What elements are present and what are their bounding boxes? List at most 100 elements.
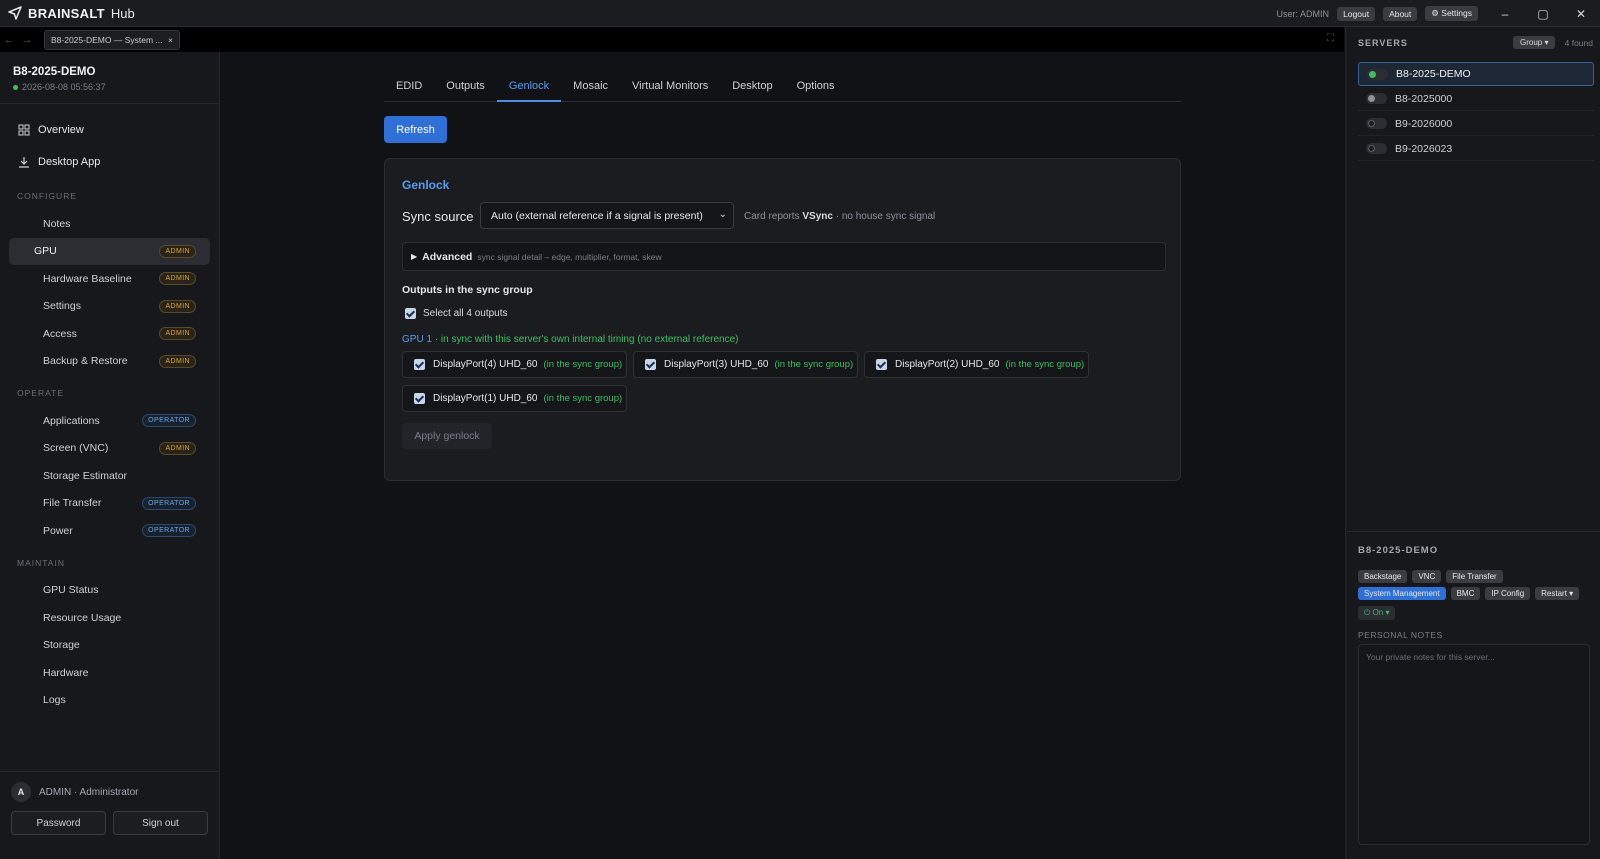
sidebar-item-gpu[interactable]: GPU ADMIN [9,237,210,265]
tab-outputs[interactable]: Outputs [434,70,497,102]
select-all-label: Select all 4 outputs [423,308,508,319]
sidebar-item-access[interactable]: Access ADMIN [9,320,210,348]
user-role-label: ADMIN · Administrator [39,786,139,798]
server-row-b8-2025000[interactable]: B8-2025000 [1358,87,1594,111]
server-row-b9-2026000[interactable]: B9-2026000 [1358,112,1594,136]
sidebar-item-resource-usage[interactable]: Resource Usage [9,604,210,632]
sidebar-item-screen-vnc[interactable]: Screen (VNC) ADMIN [9,435,210,463]
output-status: (in the sync group) [543,393,623,404]
apply-genlock-button[interactable]: Apply genlock [402,423,492,449]
server-status-toggle[interactable] [1366,93,1387,104]
sidebar-item-label: Resource Usage [43,611,122,624]
sidebar-item-label: Notes [43,217,71,230]
maximize-button[interactable]: ▢ [1524,7,1562,21]
server-row-name: B8-2025-DEMO [1396,68,1471,80]
title-bar: BRAINSALT Hub User: ADMIN Logout About ⚙… [0,0,1600,27]
sidebar-item-label: File Transfer [43,497,102,510]
server-status-toggle[interactable] [1366,143,1387,154]
tab-desktop[interactable]: Desktop [720,70,784,102]
tab-virtual-monitors[interactable]: Virtual Monitors [620,70,720,102]
output-displayport-4[interactable]: DisplayPort(4) UHD_60 (in the sync group… [402,351,627,378]
close-window-button[interactable]: ✕ [1562,7,1600,21]
sidebar-item-applications[interactable]: Applications OPERATOR [9,407,210,435]
advanced-disclosure[interactable]: ▶ Advanced sync signal detail – edge, mu… [402,242,1166,271]
tab-genlock[interactable]: Genlock [496,70,562,102]
sidebar-item-backup-restore[interactable]: Backup & Restore ADMIN [9,348,210,376]
personal-notes-textarea[interactable]: Your private notes for this server... [1358,644,1590,845]
back-arrow-icon[interactable]: ← [0,34,18,46]
sidebar-item-label: Storage Estimator [43,469,128,482]
document-tab-label: B8-2025-DEMO — System ... [51,34,163,45]
sidebar-item-label: Access [43,327,77,340]
ip-config-button[interactable]: IP Config [1485,587,1531,600]
sidebar-item-desktop-app[interactable]: Desktop App [0,146,219,178]
backstage-button[interactable]: Backstage [1358,570,1408,583]
sidebar-item-label: GPU Status [43,584,99,597]
server-date-text: 2026-08-08 05:56:37 [22,82,106,92]
gpu-name: GPU 1 [402,334,433,345]
tab-edid[interactable]: EDID [384,70,434,102]
personal-notes-label: PERSONAL NOTES [1358,630,1443,640]
system-management-button[interactable]: System Management [1358,587,1446,600]
advanced-hint: sync signal detail – edge, multiplier, f… [477,251,662,262]
sidebar-item-storage[interactable]: Storage [9,632,210,660]
logout-button[interactable]: Logout [1337,6,1376,21]
sidebar-item-label: Desktop App [38,156,101,168]
fullscreen-icon[interactable]: ⛶ [1327,33,1334,44]
card-title: Genlock [402,178,450,192]
vnc-button[interactable]: VNC [1412,570,1442,583]
minimize-button[interactable]: – [1486,7,1524,21]
power-button[interactable]: ⏻ On ▾ [1358,606,1396,620]
restart-button[interactable]: Restart ▾ [1535,587,1580,600]
settings-button[interactable]: ⚙ Settings [1425,6,1478,21]
brand-hub: Hub [110,5,135,21]
output-displayport-1[interactable]: DisplayPort(1) UHD_60 (in the sync group… [402,385,627,412]
sidebar: B8-2025-DEMO 2026-08-08 05:56:37 Overvie… [0,52,220,859]
sync-source-select[interactable]: Auto (external reference if a signal is … [480,202,734,229]
server-status-toggle[interactable] [1366,118,1387,129]
sidebar-item-power[interactable]: Power OPERATOR [9,517,210,545]
sidebar-item-settings[interactable]: Settings ADMIN [9,293,210,321]
sidebar-item-file-transfer[interactable]: File Transfer OPERATOR [9,490,210,518]
sidebar-item-hardware-baseline[interactable]: Hardware Baseline ADMIN [9,265,210,293]
sync-note-suffix: · no house sync signal [835,211,936,222]
password-button[interactable]: Password [11,811,106,835]
triangle-right-icon: ▶ [411,252,418,261]
genlock-card: Genlock Sync source Auto (external refer… [384,158,1181,481]
server-row-b9-2026023[interactable]: B9-2026023 [1358,137,1594,161]
advanced-label: Advanced [422,250,473,263]
server-status-toggle[interactable] [1367,68,1388,80]
sidebar-item-storage-estimator[interactable]: Storage Estimator [9,462,210,490]
gpu-tabs: EDID Outputs Genlock Mosaic Virtual Moni… [384,70,1181,102]
about-button[interactable]: About [1383,6,1418,21]
sidebar-item-notes[interactable]: Notes [9,210,210,238]
output-displayport-2[interactable]: DisplayPort(2) UHD_60 (in the sync group… [864,351,1089,378]
server-timestamp: 2026-08-08 05:56:37 [13,82,219,92]
sidebar-item-hardware[interactable]: Hardware [9,659,210,687]
sidebar-item-label: Power [43,524,73,537]
close-tab-icon[interactable]: × [168,35,173,45]
group-button[interactable]: Group ▾ [1513,36,1556,49]
bmc-button[interactable]: BMC [1450,587,1481,600]
server-row-b8-2025-demo[interactable]: B8-2025-DEMO [1358,62,1594,86]
brand-name: BRAINSALT [28,5,105,21]
sidebar-item-logs[interactable]: Logs [9,687,210,715]
forward-arrow-icon[interactable]: → [18,34,36,46]
output-displayport-3[interactable]: DisplayPort(3) UHD_60 (in the sync group… [633,351,858,378]
document-tab[interactable]: B8-2025-DEMO — System ... × [44,29,180,50]
refresh-button[interactable]: Refresh [384,116,447,143]
select-all-checkbox[interactable]: Select all 4 outputs [405,308,508,319]
role-badge: ADMIN [159,244,196,258]
sidebar-item-label: Hardware [43,666,89,679]
tab-options[interactable]: Options [785,70,847,102]
role-badge: OPERATOR [142,496,196,510]
sidebar-item-gpu-status[interactable]: GPU Status [9,577,210,605]
sidebar-item-label: Screen (VNC) [43,442,109,455]
checkbox-checked-icon [876,359,887,370]
tab-mosaic[interactable]: Mosaic [561,70,620,102]
sign-out-button[interactable]: Sign out [113,811,208,835]
role-badge: ADMIN [159,299,196,313]
sidebar-item-overview[interactable]: Overview [0,114,219,146]
section-maintain: MAINTAIN [17,557,65,568]
file-transfer-button[interactable]: File Transfer [1446,570,1503,583]
